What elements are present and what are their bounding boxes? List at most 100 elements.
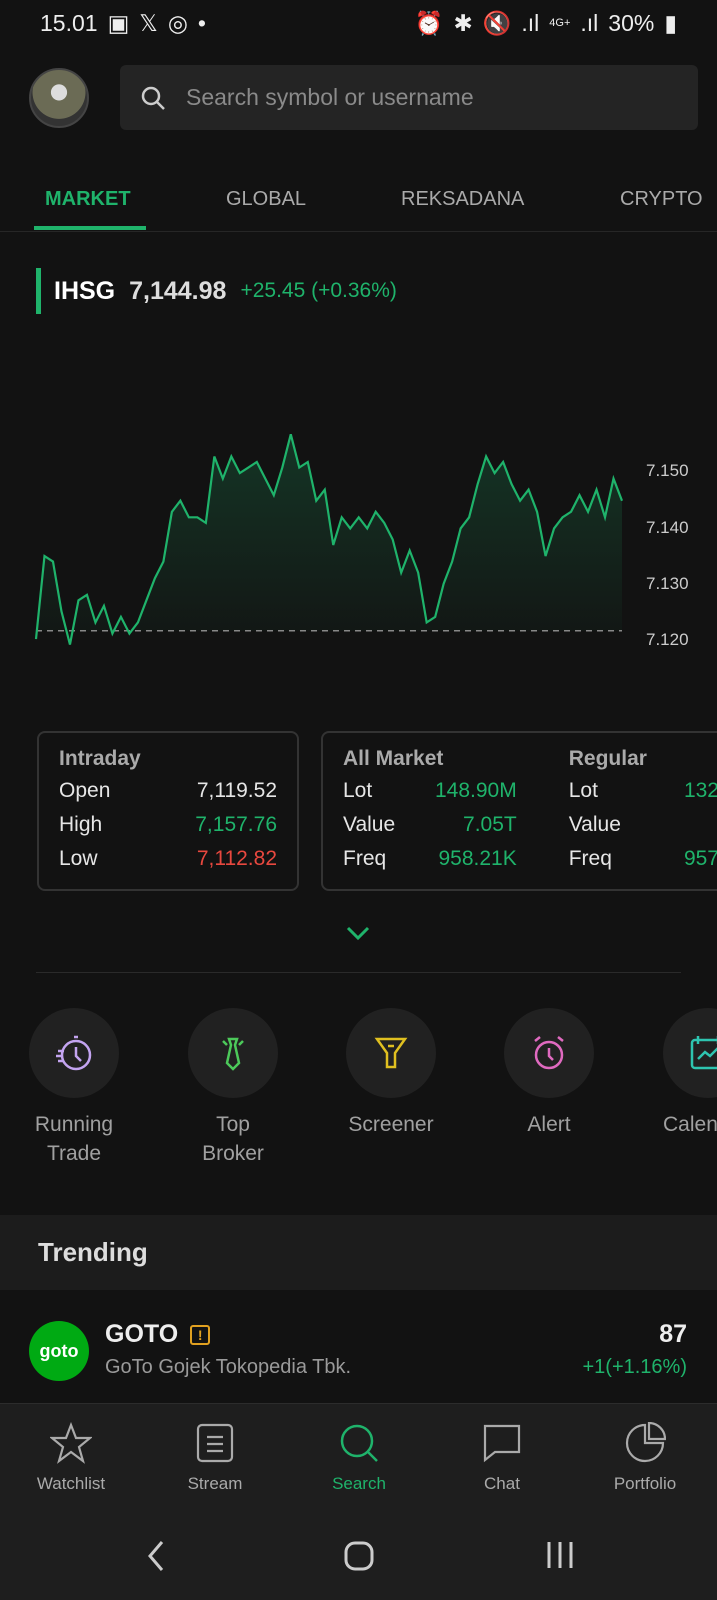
y-tick: 7.140: [646, 518, 689, 537]
battery-icon: ▮: [664, 9, 677, 36]
trending-header: Trending: [0, 1215, 717, 1290]
menu-label: Screener: [348, 1113, 434, 1136]
label: High: [59, 813, 103, 836]
tab-global[interactable]: GLOBAL: [226, 188, 306, 211]
alarm-icon: [534, 1036, 564, 1070]
stock-price: 87: [659, 1320, 687, 1348]
expand-chevron-icon[interactable]: [346, 925, 370, 941]
label: Lot: [568, 779, 598, 802]
goto-logo: goto: [29, 1321, 89, 1381]
system-nav-bar: [0, 1510, 717, 1600]
menu-label: Calen: [663, 1113, 717, 1136]
nav-portfolio[interactable]: Portfolio: [590, 1422, 700, 1494]
search-placeholder: Search symbol or username: [186, 84, 474, 110]
nav-stream[interactable]: Stream: [160, 1422, 270, 1494]
back-icon[interactable]: [146, 1540, 166, 1572]
alarm-icon: ⏰: [414, 9, 444, 36]
label: Value: [568, 813, 621, 836]
menu-label: Top Broker: [202, 1113, 264, 1165]
label: Freq: [568, 847, 612, 870]
nav-label: Portfolio: [613, 1474, 677, 1493]
battery-level: 30%: [608, 9, 655, 36]
signal-icon: .ıl: [521, 9, 540, 36]
tab-market[interactable]: MARKET: [45, 188, 131, 211]
card-title: All Market: [343, 747, 444, 770]
menu-calendar[interactable]: Calen: [663, 1008, 717, 1139]
trending-item[interactable]: goto GOTO! GoTo Gojek Tokopedia Tbk. 87 …: [0, 1290, 717, 1403]
value: 132: [683, 779, 717, 802]
stopwatch-icon: [56, 1035, 92, 1071]
signal-icon: .ıl: [580, 9, 599, 36]
dot-icon: •: [197, 9, 206, 36]
nav-search[interactable]: Search: [304, 1422, 414, 1494]
label: Open: [59, 779, 111, 802]
chat-icon: [483, 1424, 521, 1463]
card-title: Intraday: [59, 747, 141, 770]
warning-icon: !: [190, 1324, 211, 1345]
regular-market: Regular Lot 132 Value Freq 957: [569, 747, 717, 875]
chart-area-fill: [36, 434, 622, 645]
label: Lot: [343, 779, 373, 802]
filter-icon: [374, 1037, 408, 1069]
status-bar: 15.01 ▣ 𝕏 ◎ • ⏰ ✱ 🔇 .ıl 4G+ .ıl 30% ▮: [40, 8, 677, 38]
index-change: +25.45 (+0.36%): [240, 279, 397, 302]
search-icon: [340, 1424, 378, 1462]
nav-label: Search: [332, 1474, 386, 1493]
market-tabs: MARKET GLOBAL REKSADANA CRYPTO: [0, 170, 717, 232]
instagram-icon: ◎: [167, 9, 188, 36]
gallery-icon: ▣: [107, 9, 130, 36]
nav-chat[interactable]: Chat: [447, 1422, 557, 1494]
market-summary-card: All Market Lot 148.90M Value 7.05T Freq 958…: [321, 731, 717, 891]
stock-name: GoTo Gojek Tokopedia Tbk.: [105, 1356, 352, 1378]
stock-symbol: GOTO: [105, 1320, 179, 1348]
search-input[interactable]: Search symbol or username: [120, 65, 698, 130]
y-tick: 7.120: [646, 630, 689, 649]
menu-alert[interactable]: Alert: [504, 1008, 594, 1139]
label: Freq: [343, 847, 387, 870]
value: 958.21K: [438, 847, 517, 870]
index-value: 7,144.98: [129, 276, 227, 305]
tab-crypto[interactable]: CRYPTO: [620, 188, 703, 211]
index-header[interactable]: IHSG 7,144.98 +25.45 (+0.36%): [36, 268, 397, 314]
tab-reksadana[interactable]: REKSADANA: [401, 188, 524, 211]
x-icon: 𝕏: [139, 9, 158, 36]
nav-watchlist[interactable]: Watchlist: [16, 1422, 126, 1494]
active-tab-indicator: [34, 226, 146, 230]
pie-chart-icon: [625, 1422, 666, 1463]
label: Value: [343, 813, 396, 836]
high-value: 7,157.76: [195, 813, 277, 836]
tie-icon: [222, 1037, 244, 1071]
low-value: 7,112.82: [196, 847, 277, 870]
index-chart[interactable]: [0, 330, 717, 670]
value: 148.90M: [435, 779, 517, 802]
open-value: 7,119.52: [196, 779, 277, 802]
clock: 15.01: [40, 9, 98, 36]
bottom-nav: Watchlist Stream Search Chat Portfolio: [0, 1403, 717, 1510]
search-icon: [141, 86, 165, 110]
y-tick: 7.130: [646, 574, 689, 593]
menu-running-trade[interactable]: Running Trade: [29, 1008, 119, 1168]
menu-label: Alert: [527, 1113, 571, 1136]
value: 957: [683, 847, 717, 870]
avatar[interactable]: [29, 68, 89, 128]
value: 7.05T: [463, 813, 517, 836]
home-icon[interactable]: [343, 1540, 375, 1572]
network-type: 4G+: [549, 17, 571, 29]
card-title: Regular: [568, 747, 647, 770]
menu-screener[interactable]: Screener: [346, 1008, 436, 1139]
recents-icon[interactable]: [545, 1540, 575, 1570]
intraday-card: Intraday Open 7,119.52 High 7,157.76 Low 7,…: [37, 731, 299, 891]
all-market: All Market Lot 148.90M Value 7.05T Freq 958…: [343, 747, 517, 875]
divider: [36, 972, 681, 973]
mute-icon: 🔇: [482, 9, 512, 36]
nav-label: Watchlist: [36, 1474, 106, 1493]
label: Low: [59, 847, 98, 870]
calendar-chart-icon: [690, 1036, 717, 1070]
star-icon: [50, 1422, 92, 1464]
menu-top-broker[interactable]: Top Broker: [188, 1008, 278, 1168]
bluetooth-icon: ✱: [453, 9, 473, 36]
menu-label: Running Trade: [34, 1113, 114, 1165]
stream-icon: [196, 1423, 234, 1463]
index-name: IHSG: [54, 276, 116, 305]
nav-label: Chat: [484, 1474, 520, 1493]
